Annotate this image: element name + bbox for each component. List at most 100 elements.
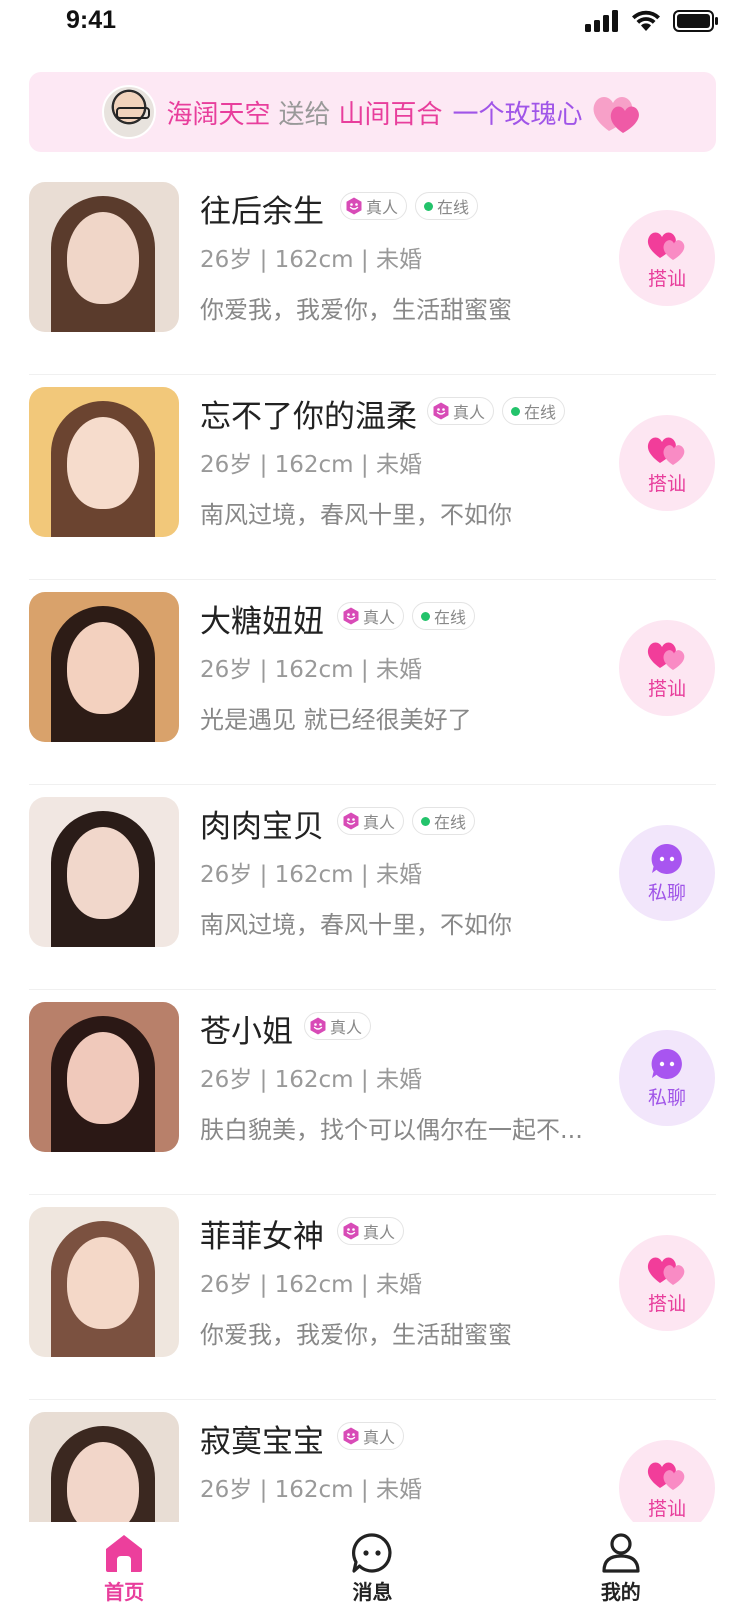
- user-name: 菲菲女神: [200, 1219, 324, 1255]
- user-photo[interactable]: [29, 182, 179, 332]
- cellular-signal-icon: [585, 10, 618, 32]
- user-bio: 南风过境，春风十里，不如你: [200, 501, 512, 529]
- user-name: 苍小姐: [200, 1014, 293, 1050]
- message-bubble-icon: [651, 843, 682, 874]
- user-photo[interactable]: [29, 1412, 179, 1522]
- face-shape: [67, 827, 139, 919]
- status-bar: 9:41: [0, 0, 745, 48]
- sender-avatar: [102, 85, 157, 139]
- verified-face-icon: [346, 197, 362, 215]
- online-label: 在线: [437, 198, 470, 217]
- verified-face-icon: [433, 402, 449, 420]
- home-icon: [106, 1535, 143, 1572]
- chat-up-label: 搭讪: [647, 267, 686, 290]
- online-label: 在线: [524, 403, 557, 422]
- user-card[interactable]: 忘不了你的温柔 真人 在线 26岁 | 162cm | 未婚 南风过境，春风十里…: [0, 375, 745, 580]
- user-photo[interactable]: [29, 592, 179, 742]
- chat-up-button[interactable]: 搭讪: [619, 210, 715, 306]
- user-profile-icon: [602, 1533, 640, 1573]
- user-photo[interactable]: [29, 387, 179, 537]
- chat-up-label: 搭讪: [647, 1497, 686, 1520]
- face-shape: [67, 212, 139, 304]
- private-chat-button[interactable]: 私聊: [619, 1030, 715, 1126]
- wifi-icon: [632, 10, 660, 31]
- verified-badge: 真人: [427, 397, 495, 425]
- user-feed[interactable]: 往后余生 真人 在线 26岁 | 162cm | 未婚 你爱我，我爱你，生活甜蜜…: [0, 170, 745, 1522]
- user-photo[interactable]: [29, 1207, 179, 1357]
- user-photo[interactable]: [29, 1002, 179, 1152]
- face-shape: [67, 417, 139, 509]
- tab-home[interactable]: 首页: [0, 1522, 248, 1619]
- user-name: 大糖妞妞: [200, 604, 324, 640]
- user-tags: 真人 在线: [427, 397, 566, 425]
- user-name: 肉肉宝贝: [200, 809, 324, 845]
- online-dot: [421, 611, 431, 621]
- online-dot: [421, 816, 431, 826]
- user-meta: 26岁 | 162cm | 未婚: [200, 452, 422, 478]
- tab-mine[interactable]: 我的: [497, 1522, 745, 1619]
- user-tags: 真人: [304, 1012, 372, 1040]
- status-time: 9:41: [66, 6, 117, 34]
- online-badge: 在线: [412, 602, 476, 630]
- online-badge: 在线: [415, 192, 479, 220]
- face-shape: [67, 622, 139, 714]
- chat-up-button[interactable]: 搭讪: [619, 1440, 715, 1522]
- sender-name: 海阔天空: [166, 99, 271, 130]
- tab-home-label: 首页: [104, 1580, 145, 1604]
- chat-up-button[interactable]: 搭讪: [619, 620, 715, 716]
- chat-up-button[interactable]: 搭讪: [619, 415, 715, 511]
- user-tags: 真人: [337, 1217, 405, 1245]
- user-card[interactable]: 大糖妞妞 真人 在线 26岁 | 162cm | 未婚 光是遇见 就已经很美好了…: [0, 580, 745, 785]
- double-heart-icon: [647, 1257, 685, 1285]
- user-bio: 南风过境，春风十里，不如你: [200, 911, 512, 939]
- user-tags: 真人 在线: [337, 602, 476, 630]
- chat-up-button[interactable]: 搭讪: [619, 1235, 715, 1331]
- user-meta: 26岁 | 162cm | 未婚: [200, 1272, 422, 1298]
- verified-face-icon: [343, 1427, 359, 1445]
- verified-label: 真人: [366, 198, 399, 217]
- user-card[interactable]: 苍小姐 真人 26岁 | 162cm | 未婚 肤白貌美，找个可以偶尔在一起不.…: [0, 990, 745, 1195]
- tab-mine-label: 我的: [600, 1580, 641, 1604]
- verified-label: 真人: [330, 1018, 363, 1037]
- gift-banner[interactable]: 海阔天空 送给 山间百合 一个玫瑰心: [29, 72, 716, 152]
- rose-heart-icon: [593, 97, 639, 133]
- user-card[interactable]: 寂寞宝宝 真人 26岁 | 162cm | 未婚 搭讪: [0, 1400, 745, 1522]
- gift-name: 一个玫瑰心: [452, 99, 583, 130]
- tab-messages[interactable]: 消息: [248, 1522, 496, 1619]
- online-dot: [424, 201, 434, 211]
- gift-message: 海阔天空 送给 山间百合 一个玫瑰心: [166, 94, 582, 131]
- verified-face-icon: [343, 1222, 359, 1240]
- user-meta: 26岁 | 162cm | 未婚: [200, 1477, 422, 1503]
- user-bio: 光是遇见 就已经很美好了: [200, 706, 472, 734]
- double-heart-icon: [647, 232, 685, 260]
- private-chat-button[interactable]: 私聊: [619, 825, 715, 921]
- user-name: 寂寞宝宝: [200, 1424, 324, 1460]
- user-photo[interactable]: [29, 797, 179, 947]
- user-tags: 真人 在线: [337, 807, 476, 835]
- user-card[interactable]: 往后余生 真人 在线 26岁 | 162cm | 未婚 你爱我，我爱你，生活甜蜜…: [0, 170, 745, 375]
- user-card[interactable]: 肉肉宝贝 真人 在线 26岁 | 162cm | 未婚 南风过境，春风十里，不如…: [0, 785, 745, 990]
- verified-label: 真人: [363, 813, 396, 832]
- tab-messages-label: 消息: [352, 1580, 393, 1604]
- double-heart-icon: [647, 1462, 685, 1490]
- double-heart-icon: [647, 437, 685, 465]
- battery-icon: [673, 10, 718, 32]
- tab-bar: 首页 消息 我的: [0, 1522, 745, 1619]
- verified-face-icon: [343, 812, 359, 830]
- online-label: 在线: [434, 813, 467, 832]
- online-dot: [511, 406, 521, 416]
- user-bio: 你爱我，我爱你，生活甜蜜蜜: [200, 296, 512, 324]
- user-card[interactable]: 菲菲女神 真人 26岁 | 162cm | 未婚 你爱我，我爱你，生活甜蜜蜜 搭…: [0, 1195, 745, 1400]
- gift-verb: 送给: [278, 99, 331, 130]
- verified-badge: 真人: [337, 602, 405, 630]
- user-bio: 你爱我，我爱你，生活甜蜜蜜: [200, 1321, 512, 1349]
- face-shape: [67, 1237, 139, 1329]
- receiver-name: 山间百合: [338, 99, 443, 130]
- user-bio: 肤白貌美，找个可以偶尔在一起不...: [200, 1116, 583, 1144]
- verified-face-icon: [310, 1017, 326, 1035]
- verified-badge: 真人: [304, 1012, 372, 1040]
- verified-label: 真人: [363, 1428, 396, 1447]
- verified-badge: 真人: [337, 1422, 405, 1450]
- user-meta: 26岁 | 162cm | 未婚: [200, 657, 422, 683]
- verified-badge: 真人: [340, 192, 408, 220]
